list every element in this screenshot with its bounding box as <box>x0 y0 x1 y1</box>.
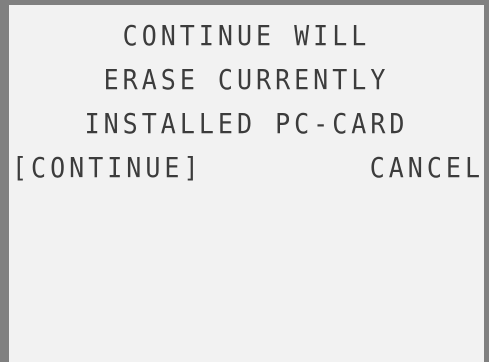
option-row: [CONTINUE] CANCEL <box>9 150 484 186</box>
cancel-option[interactable]: CANCEL <box>370 148 484 188</box>
continue-option[interactable]: [CONTINUE] <box>12 148 203 188</box>
message-line-1: CONTINUE WILL <box>122 19 371 52</box>
lcd-screen: CONTINUE WILL ERASE CURRENTLY INSTALLED … <box>0 0 489 362</box>
message-line-2: ERASE CURRENTLY <box>103 63 390 96</box>
message-line-3: INSTALLED PC-CARD <box>84 107 409 140</box>
